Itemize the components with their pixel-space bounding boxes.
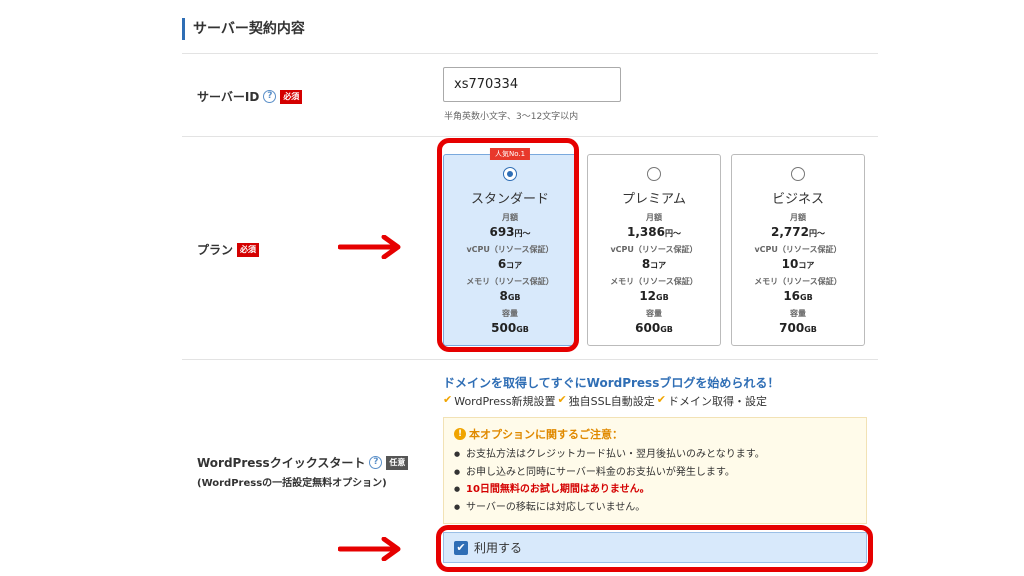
- help-icon[interactable]: ?: [369, 456, 383, 469]
- notice-item: お申し込みと同時にサーバー料金のお支払いが発生します。: [454, 464, 856, 482]
- price-label: 月額: [790, 213, 806, 222]
- feature-item: ドメイン取得・設定: [667, 395, 767, 408]
- price-value: 2,772円～: [771, 225, 825, 239]
- wordpress-headline: ドメインを取得してすぐにWordPressブログを始められる！: [443, 376, 780, 390]
- notice-title-row: ! 本オプションに関するご注意：: [454, 426, 856, 442]
- radio-icon[interactable]: [647, 167, 661, 181]
- plan-label: プラン: [197, 243, 234, 257]
- section-title: サーバー契約内容: [182, 18, 305, 40]
- server-id-label: サーバーID: [197, 90, 260, 104]
- warning-icon: !: [454, 428, 466, 440]
- plan-name: プレミアム: [621, 192, 687, 207]
- vcpu-value: 8コア: [641, 257, 667, 271]
- disk-label: 容量: [646, 309, 662, 318]
- divider: [182, 359, 878, 360]
- divider: [182, 136, 878, 137]
- arrow-right-icon: [338, 537, 401, 561]
- memory-label: メモリ（リソース保証）: [610, 277, 698, 286]
- notice-title: 本オプションに関するご注意：: [469, 428, 623, 441]
- check-icon: ✔: [656, 393, 666, 406]
- wordpress-features: ✔ WordPress新規設置 ✔ 独自SSL自動設定 ✔ ドメイン取得・設定: [443, 393, 767, 409]
- disk-value: 600GB: [635, 321, 673, 335]
- server-id-hint: 半角英数小文字、3～12文字以内: [444, 112, 579, 122]
- radio-icon[interactable]: [791, 167, 805, 181]
- vcpu-label: vCPU（リソース保証）: [610, 245, 698, 254]
- plan-label-group: プラン 必須: [197, 241, 260, 258]
- check-icon: ✔: [443, 393, 453, 406]
- notice-box: ! 本オプションに関するご注意： お支払方法はクレジットカード払い・翌月後払いの…: [443, 417, 867, 524]
- required-badge: 必須: [280, 89, 303, 104]
- notice-list: お支払方法はクレジットカード払い・翌月後払いのみとなります。 お申し込みと同時に…: [454, 446, 856, 516]
- highlight-frame: [436, 525, 873, 572]
- server-id-label-group: サーバーID ? 必須: [197, 88, 303, 105]
- plan-name: ビジネス: [771, 192, 824, 207]
- vcpu-value: 10コア: [781, 257, 815, 271]
- memory-value: 16GB: [783, 289, 813, 303]
- wordpress-label: WordPressクイックスタート: [197, 456, 366, 470]
- server-id-input[interactable]: [443, 67, 621, 102]
- check-icon: ✔: [557, 393, 567, 406]
- memory-value: 12GB: [639, 289, 669, 303]
- plan-card-premium[interactable]: プレミアム 月額 1,386円～ vCPU（リソース保証） 8コア メモリ（リソ…: [587, 154, 721, 346]
- notice-item: お支払方法はクレジットカード払い・翌月後払いのみとなります。: [454, 446, 856, 464]
- feature-item: 独自SSL自動設定: [568, 395, 655, 408]
- notice-item: サーバーの移転には対応していません。: [454, 499, 856, 517]
- divider: [182, 53, 878, 54]
- wordpress-sub-label: (WordPressの一括設定無料オプション): [197, 478, 387, 489]
- feature-item: WordPress新規設置: [454, 395, 556, 408]
- required-badge: 必須: [237, 242, 260, 257]
- vcpu-label: vCPU（リソース保証）: [754, 245, 842, 254]
- disk-label: 容量: [790, 309, 806, 318]
- disk-value: 700GB: [779, 321, 817, 335]
- price-label: 月額: [646, 213, 662, 222]
- memory-label: メモリ（リソース保証）: [754, 277, 842, 286]
- arrow-right-icon: [338, 235, 401, 259]
- help-icon[interactable]: ?: [263, 90, 277, 103]
- wordpress-label-group: WordPressクイックスタート ? 任意: [197, 454, 409, 471]
- highlight-frame: [437, 138, 579, 352]
- notice-item-warning: 10日間無料のお試し期間はありません。: [454, 481, 856, 499]
- price-value: 1,386円～: [627, 225, 681, 239]
- optional-badge: 任意: [386, 455, 409, 470]
- plan-card-business[interactable]: ビジネス 月額 2,772円～ vCPU（リソース保証） 10コア メモリ（リソ…: [731, 154, 865, 346]
